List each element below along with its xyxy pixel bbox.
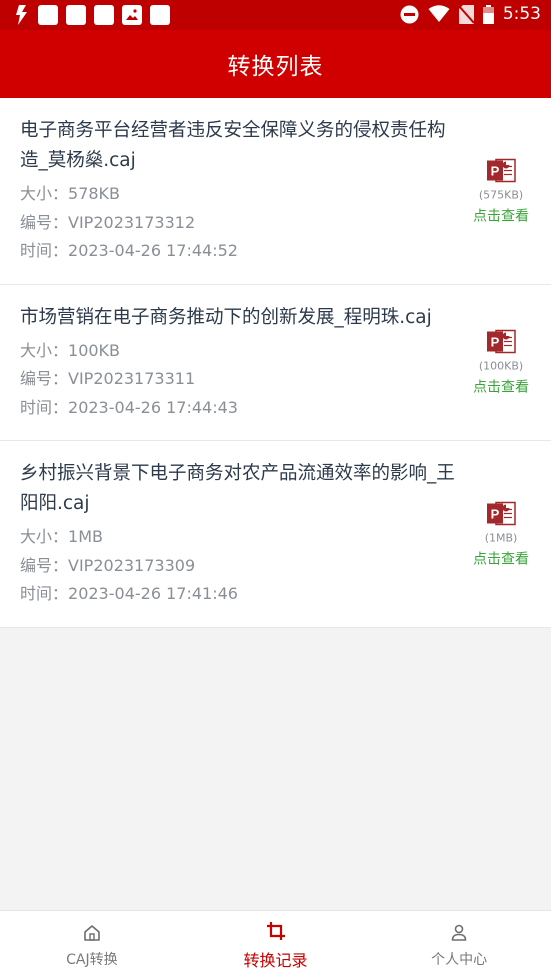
notification-square-icon xyxy=(38,5,58,25)
app-bar: 转换列表 xyxy=(0,30,551,98)
crop-icon xyxy=(266,921,285,940)
file-id-row: 编号：VIP2023173309 xyxy=(20,552,461,581)
file-time-row: 时间：2023-04-26 17:41:46 xyxy=(20,580,461,609)
powerpoint-file-icon: P xyxy=(487,501,516,525)
file-title: 电子商务平台经营者违反安全保障义务的侵权责任构造_莫杨燊.caj xyxy=(20,120,446,171)
list-item[interactable]: 电子商务平台经营者违反安全保障义务的侵权责任构造_莫杨燊.caj 大小：578K… xyxy=(0,98,551,285)
file-id-value: VIP2023173311 xyxy=(68,369,196,388)
file-size-value: 1MB xyxy=(68,527,103,546)
do-not-disturb-icon xyxy=(400,5,419,23)
tab-label: CAJ转换 xyxy=(66,951,118,968)
svg-text:P: P xyxy=(491,163,500,178)
page-title: 转换列表 xyxy=(227,54,324,80)
file-id-value: VIP2023173309 xyxy=(68,555,196,575)
file-title: 市场营销在电子商务推动下的创新发展_程明珠.caj xyxy=(20,306,432,328)
file-size-label: 大小： xyxy=(20,340,69,360)
file-time-row: 时间：2023-04-26 17:44:43 xyxy=(20,394,461,423)
svg-text:P: P xyxy=(491,506,500,521)
no-sim-icon xyxy=(458,4,474,24)
powerpoint-file-icon: P xyxy=(487,330,516,354)
tab-conversion-records[interactable]: 转换记录 xyxy=(184,911,368,980)
file-id-label: 编号： xyxy=(20,369,69,388)
powerpoint-file-icon: P xyxy=(487,158,516,182)
file-size-row: 大小：1MB xyxy=(20,523,461,552)
file-size-value: 100KB xyxy=(68,340,121,360)
list-item[interactable]: 乡村振兴背景下电子商务对农产品流通效率的影响_王阳阳.caj 大小：1MB 编号… xyxy=(0,441,551,628)
file-size-row: 大小：100KB xyxy=(20,337,461,366)
file-size-badge: (100KB) xyxy=(478,359,524,373)
bottom-tab-bar: CAJ转换 转换记录 个人中心 xyxy=(0,910,551,980)
file-action[interactable]: P (100KB) 点击查看 xyxy=(471,328,531,397)
file-time-value: 2023-04-26 17:41:46 xyxy=(68,584,238,603)
notification-square-icon xyxy=(94,5,114,25)
file-id-label: 编号： xyxy=(20,212,69,232)
home-icon xyxy=(84,924,100,941)
file-id-row: 编号：VIP2023173312 xyxy=(20,209,461,238)
status-time: 5:53 xyxy=(502,4,541,24)
file-time-row: 时间：2023-04-26 17:44:52 xyxy=(20,237,461,266)
tab-label: 个人中心 xyxy=(431,951,488,968)
file-time-label: 时间： xyxy=(20,584,69,603)
flash-icon xyxy=(16,5,27,25)
tab-caj-convert[interactable]: CAJ转换 xyxy=(0,911,184,980)
file-size-badge: (1MB) xyxy=(484,531,518,545)
notification-square-icon xyxy=(66,5,86,25)
status-bar: 5:53 xyxy=(0,0,551,30)
file-id-label: 编号： xyxy=(20,555,69,575)
file-action[interactable]: P (575KB) 点击查看 xyxy=(471,156,531,225)
file-id-value: VIP2023173312 xyxy=(68,212,196,232)
file-time-label: 时间： xyxy=(20,241,69,260)
person-icon xyxy=(451,924,467,941)
notification-square-icon xyxy=(150,5,170,25)
tab-personal-center[interactable]: 个人中心 xyxy=(367,911,551,980)
file-size-value: 578KB xyxy=(68,184,121,203)
file-size-badge: (575KB) xyxy=(478,188,524,202)
view-link[interactable]: 点击查看 xyxy=(473,207,529,225)
view-link[interactable]: 点击查看 xyxy=(473,379,529,397)
file-action[interactable]: P (1MB) 点击查看 xyxy=(471,499,531,568)
list-item[interactable]: 市场营销在电子商务推动下的创新发展_程明珠.caj 大小：100KB 编号：VI… xyxy=(0,284,551,441)
file-size-row: 大小：578KB xyxy=(20,180,461,209)
tab-label: 转换记录 xyxy=(243,950,308,970)
file-title: 乡村振兴背景下电子商务对农产品流通效率的影响_王阳阳.caj xyxy=(20,463,455,514)
view-link[interactable]: 点击查看 xyxy=(473,550,529,568)
image-icon xyxy=(122,5,142,25)
file-size-label: 大小： xyxy=(20,184,69,203)
file-time-label: 时间： xyxy=(20,397,69,417)
wifi-icon xyxy=(428,5,450,22)
file-size-label: 大小： xyxy=(20,527,69,546)
file-id-row: 编号：VIP2023173311 xyxy=(20,365,461,394)
conversion-list: 电子商务平台经营者违反安全保障义务的侵权责任构造_莫杨燊.caj 大小：578K… xyxy=(0,98,551,628)
battery-icon xyxy=(482,4,494,24)
svg-text:P: P xyxy=(491,335,500,350)
file-time-value: 2023-04-26 17:44:52 xyxy=(68,241,238,260)
file-time-value: 2023-04-26 17:44:43 xyxy=(68,397,238,417)
